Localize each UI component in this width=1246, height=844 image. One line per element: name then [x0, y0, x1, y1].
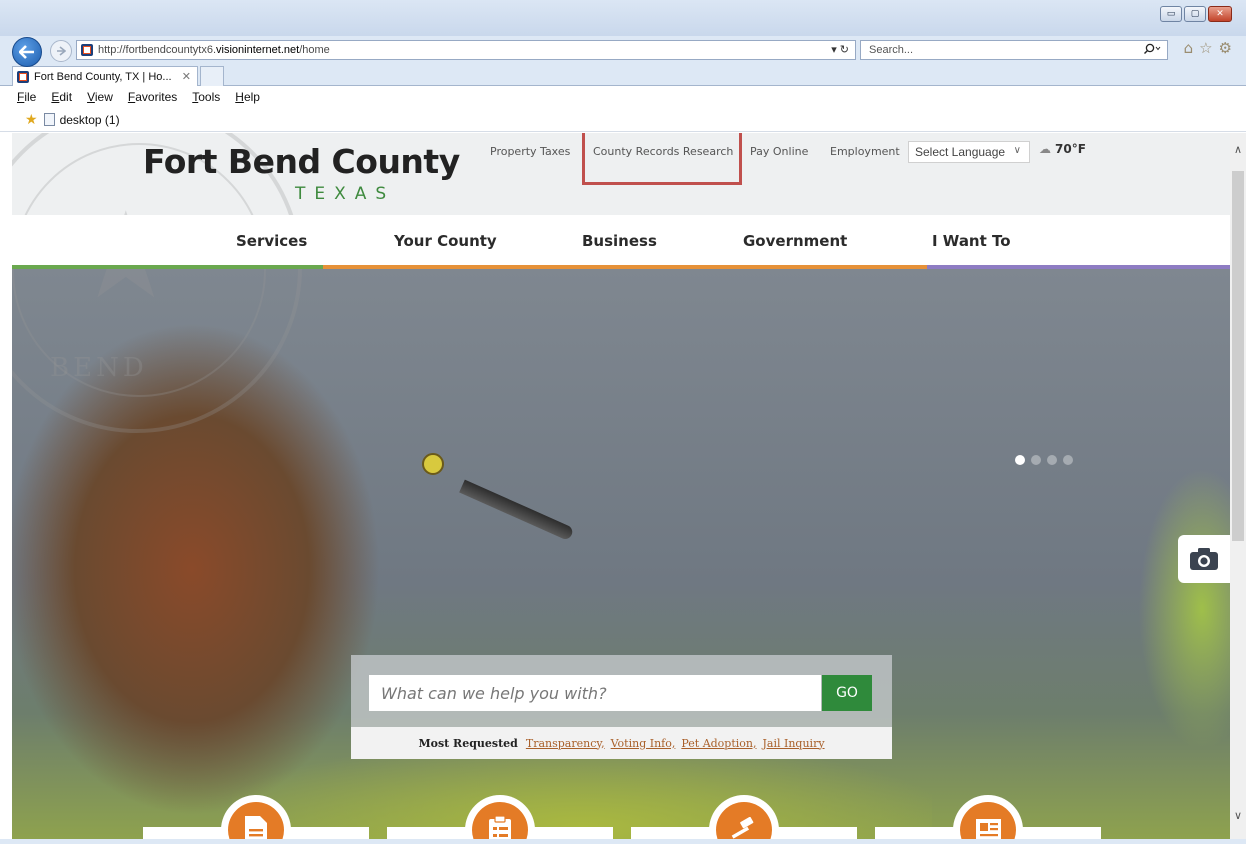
favorites-bar: ★ desktop (1) [0, 108, 1246, 132]
scroll-up-icon[interactable]: ∧ [1230, 143, 1246, 157]
chevron-down-icon: ∨ [1013, 145, 1021, 156]
tab-title: Fort Bend County, TX | Ho... [34, 71, 172, 83]
favorites-star-icon[interactable]: ★ [25, 111, 38, 128]
maximize-button[interactable]: ▢ [1184, 6, 1206, 22]
nav-your-county[interactable]: Your County [394, 232, 497, 250]
menu-help[interactable]: Help [235, 90, 260, 104]
tab-favicon-icon [17, 71, 29, 83]
minimize-button[interactable]: ▭ [1160, 6, 1182, 22]
carousel-dot-3[interactable] [1047, 455, 1057, 465]
carousel-dot-4[interactable] [1063, 455, 1073, 465]
favorites-item-desktop[interactable]: desktop (1) [60, 113, 120, 127]
home-icon[interactable]: ⌂ [1184, 39, 1194, 57]
clipboard-icon [489, 815, 511, 839]
search-panel-backdrop: GO [351, 655, 892, 727]
util-link-pay-online[interactable]: Pay Online [750, 145, 808, 158]
link-transparency[interactable]: Transparency, [526, 737, 605, 750]
carousel-indicators [1015, 455, 1073, 465]
most-requested-bar: Most Requested Transparency, Voting Info… [351, 727, 892, 759]
window-title-bar: ▭ ▢ ✕ [0, 0, 1246, 36]
site-favicon-icon [81, 44, 93, 56]
scroll-thumb[interactable] [1232, 171, 1244, 541]
close-tab-icon[interactable]: ✕ [182, 70, 191, 83]
nav-business[interactable]: Business [582, 232, 657, 250]
link-jail-inquiry[interactable]: Jail Inquiry [763, 737, 825, 750]
nav-accent-orange [323, 265, 927, 269]
forward-button[interactable] [50, 40, 72, 62]
nav-accent-purple [927, 265, 1230, 269]
site-search-input[interactable] [369, 675, 821, 711]
new-tab-button[interactable] [200, 66, 224, 87]
go-button[interactable]: GO [822, 675, 872, 711]
window-controls: ▭ ▢ ✕ [1160, 6, 1232, 22]
page-viewport: Fort Bend County TEXAS Property Taxes Co… [12, 133, 1230, 839]
url-domain: visioninternet.net [216, 44, 300, 56]
vertical-scrollbar[interactable]: ∧ ∨ [1230, 133, 1246, 839]
tab-fort-bend-home[interactable]: Fort Bend County, TX | Ho... ✕ [12, 66, 198, 87]
util-link-employment[interactable]: Employment [830, 145, 900, 158]
weather-temperature: 70°F [1055, 142, 1086, 156]
arrow-right-icon [57, 46, 66, 56]
camera-button[interactable] [1178, 535, 1230, 583]
menu-tools[interactable]: Tools [192, 90, 220, 104]
back-button[interactable] [12, 37, 42, 67]
browser-search-placeholder: Search... [869, 44, 914, 56]
page-icon [43, 113, 55, 126]
browser-search-box[interactable]: Search... [860, 40, 1168, 60]
util-link-property-taxes[interactable]: Property Taxes [490, 145, 570, 158]
site-logo-subtitle: TEXAS [295, 184, 396, 204]
link-voting-info[interactable]: Voting Info, [611, 737, 676, 750]
carousel-dot-2[interactable] [1031, 455, 1041, 465]
site-header: Fort Bend County TEXAS Property Taxes Co… [12, 133, 1230, 215]
gear-icon[interactable]: ⚙ [1219, 39, 1232, 57]
menu-edit[interactable]: Edit [51, 90, 72, 104]
main-navigation: Services Your County Business Government… [12, 215, 1230, 269]
carousel-dot-1[interactable] [1015, 455, 1025, 465]
gavel-icon [731, 817, 754, 839]
highlight-annotation-box [582, 133, 742, 185]
heron-beak-decoration [459, 479, 575, 542]
url-prefix: http://fortbendcountytx6. [98, 44, 217, 56]
menu-favorites[interactable]: Favorites [128, 90, 177, 104]
most-requested-label: Most Requested [418, 736, 518, 750]
browser-navigation-bar: http://fortbendcountytx6. visioninternet.… [0, 36, 1246, 67]
menu-file[interactable]: File [17, 90, 36, 104]
nav-government[interactable]: Government [743, 232, 847, 250]
heron-eye-decoration [422, 453, 444, 475]
url-suffix: /home [299, 44, 330, 56]
menu-view[interactable]: View [87, 90, 113, 104]
refresh-icon[interactable]: ▾ ↻ [831, 43, 849, 56]
window-bottom-edge [0, 839, 1246, 844]
link-pet-adoption[interactable]: Pet Adoption, [681, 737, 756, 750]
cloud-icon: ☁ [1039, 142, 1051, 156]
nav-accent-green [12, 265, 323, 269]
menu-bar: File Edit View Favorites Tools Help [0, 86, 1246, 108]
address-bar[interactable]: http://fortbendcountytx6. visioninternet.… [76, 40, 856, 60]
search-icon[interactable] [1143, 43, 1161, 58]
camera-icon [1190, 548, 1218, 570]
arrow-left-icon [19, 45, 34, 59]
site-logo-title[interactable]: Fort Bend County [143, 142, 460, 181]
document-icon [245, 816, 267, 839]
close-window-button[interactable]: ✕ [1208, 6, 1232, 22]
weather-widget: ☁ 70°F [1039, 142, 1086, 156]
newspaper-icon [976, 819, 1001, 839]
browser-toolbar-icons: ⌂ ☆ ⚙ [1184, 39, 1232, 57]
tab-strip: Fort Bend County, TX | Ho... ✕ [0, 64, 1246, 87]
site-search-panel: GO Most Requested Transparency, Voting I… [351, 655, 892, 759]
star-icon[interactable]: ☆ [1199, 39, 1212, 57]
language-select-value: Select Language [915, 145, 1006, 159]
scroll-down-icon[interactable]: ∨ [1230, 809, 1246, 823]
nav-services[interactable]: Services [236, 232, 307, 250]
hero-image: GO Most Requested Transparency, Voting I… [12, 269, 1230, 839]
language-select[interactable]: Select Language ∨ [908, 141, 1030, 163]
nav-i-want-to[interactable]: I Want To [932, 232, 1011, 250]
